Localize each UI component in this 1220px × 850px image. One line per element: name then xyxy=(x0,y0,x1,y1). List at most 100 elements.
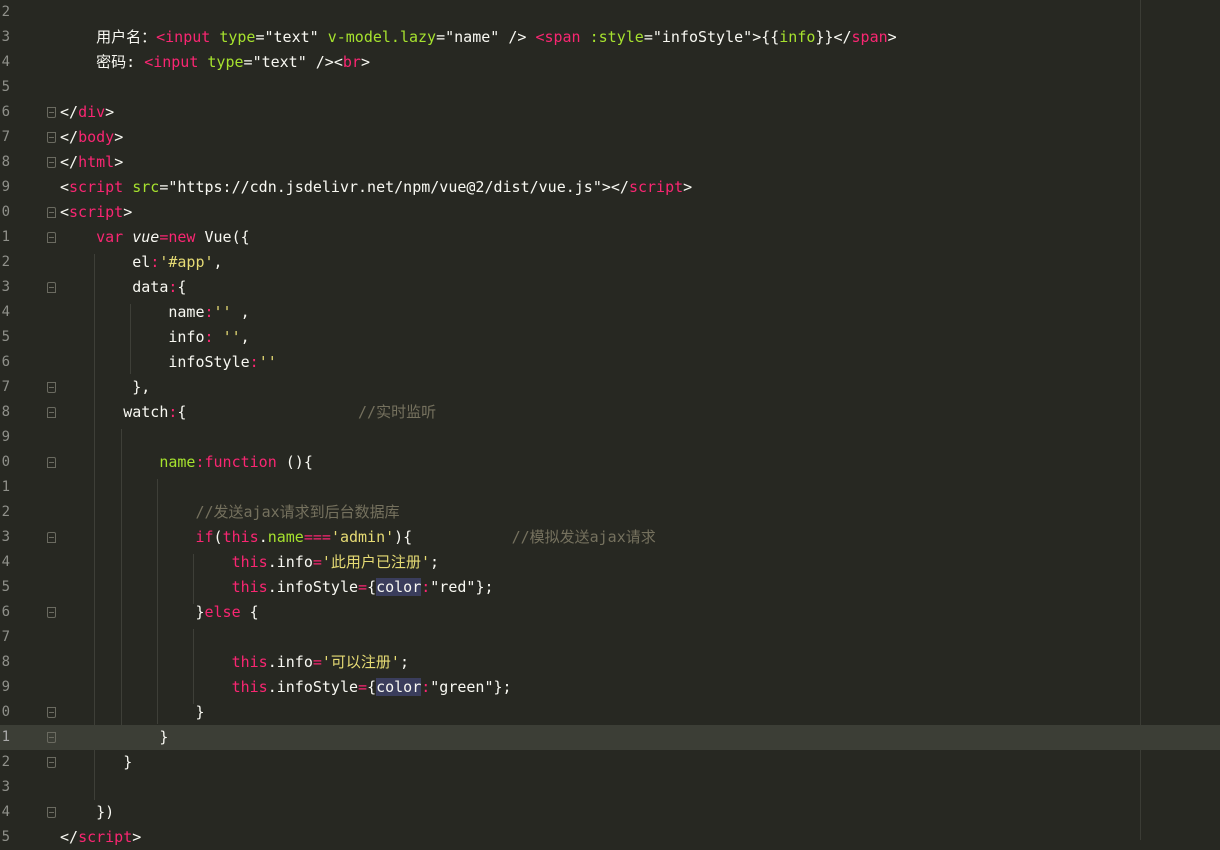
line-number: 1 xyxy=(1,479,10,495)
code-line[interactable]: 4 }) xyxy=(0,800,1220,825)
code-line[interactable]: 7 }, xyxy=(0,375,1220,400)
code-token: div xyxy=(78,103,106,121)
code-line[interactable]: 4 this.info='此用户已注册'; xyxy=(0,550,1220,575)
code-line[interactable]: 2 //发送ajax请求到后台数据库 xyxy=(0,500,1220,525)
code-line[interactable]: 3 if(this.name==='admin'){ //模拟发送ajax请求 xyxy=(0,525,1220,550)
code-token: = xyxy=(255,28,265,46)
fold-marker-icon[interactable] xyxy=(47,157,56,168)
code-token: </ xyxy=(60,153,79,171)
code-token: = xyxy=(436,28,446,46)
code-token: />< xyxy=(306,53,343,71)
line-number: 8 xyxy=(1,404,10,420)
fold-marker-icon[interactable] xyxy=(47,707,56,718)
line-number: 2 xyxy=(1,504,10,520)
code-text: } xyxy=(60,704,204,721)
code-token: "text" xyxy=(264,28,319,46)
code-token: : xyxy=(421,578,431,596)
fold-marker-icon[interactable] xyxy=(47,532,56,543)
code-line[interactable]: 6 </div> xyxy=(0,100,1220,125)
code-editor[interactable]: 2 3 用户名：<input type="text" v-model.lazy="… xyxy=(0,0,1220,846)
code-line[interactable]: 1 } xyxy=(0,725,1220,750)
code-line[interactable]: 8 watch:{ //实时监听 xyxy=(0,400,1220,425)
code-token: "https://cdn.jsdelivr.net/npm/vue@2/dist… xyxy=(168,178,602,196)
code-text: } xyxy=(60,729,168,746)
code-text: this.infoStyle={color:"red"}; xyxy=(60,578,494,596)
code-text: name:'' , xyxy=(60,304,249,321)
code-text: this.info='可以注册'; xyxy=(60,654,409,671)
code-token: script xyxy=(628,178,684,196)
code-line[interactable]: 5 xyxy=(0,75,1220,100)
fold-marker-icon[interactable] xyxy=(47,282,56,293)
code-line[interactable]: 8 this.info='可以注册'; xyxy=(0,650,1220,675)
line-number: 7 xyxy=(1,379,10,395)
fold-marker-icon[interactable] xyxy=(47,807,56,818)
code-line[interactable]: 5 this.infoStyle={color:"red"}; xyxy=(0,575,1220,600)
code-line[interactable]: 2 xyxy=(0,0,1220,25)
code-token: : xyxy=(195,453,205,471)
fold-marker-icon[interactable] xyxy=(47,207,56,218)
code-line[interactable]: 0 <script> xyxy=(0,200,1220,225)
code-token: '' xyxy=(222,328,241,346)
fold-marker-icon[interactable] xyxy=(47,757,56,768)
code-token: "infoStyle" xyxy=(652,28,753,46)
code-line[interactable]: 3 用户名：<input type="text" v-model.lazy="n… xyxy=(0,25,1220,50)
code-token: : xyxy=(249,353,259,371)
code-line[interactable]: 2 } xyxy=(0,750,1220,775)
code-text: </body> xyxy=(60,129,123,146)
code-line[interactable]: 0 name:function (){ xyxy=(0,450,1220,475)
code-token: <input xyxy=(144,53,199,71)
line-number: 0 xyxy=(1,204,10,220)
code-token: '' xyxy=(258,353,277,371)
code-token: data xyxy=(60,278,169,296)
line-number: 3 xyxy=(1,529,10,545)
line-number: 2 xyxy=(1,4,10,20)
code-token: '可以注册' xyxy=(321,653,400,671)
fold-marker-icon[interactable] xyxy=(47,107,56,118)
code-line[interactable]: 9 <script src="https://cdn.jsdelivr.net/n… xyxy=(0,175,1220,200)
code-line[interactable]: 1 var vue=new Vue({ xyxy=(0,225,1220,250)
code-token: , xyxy=(240,328,250,346)
code-line[interactable]: 9 xyxy=(0,425,1220,450)
code-line[interactable]: 1 xyxy=(0,475,1220,500)
code-line[interactable]: 4 密码: <input type="text" /><br> xyxy=(0,50,1220,75)
code-line[interactable]: 8 </html> xyxy=(0,150,1220,175)
fold-marker-icon[interactable] xyxy=(47,732,56,743)
code-line[interactable]: 5 </script> xyxy=(0,825,1220,850)
code-token: { xyxy=(367,678,377,696)
code-token: "text" xyxy=(252,53,307,71)
fold-marker-icon[interactable] xyxy=(47,132,56,143)
code-line[interactable]: 3 data:{ xyxy=(0,275,1220,300)
code-token: .infoStyle xyxy=(267,678,359,696)
line-number: 6 xyxy=(1,604,10,620)
code-line[interactable]: 6 infoStyle:'' xyxy=(0,350,1220,375)
fold-marker-icon[interactable] xyxy=(47,232,56,243)
code-line[interactable]: 9 this.infoStyle={color:"green"}; xyxy=(0,675,1220,700)
fold-marker-icon[interactable] xyxy=(47,407,56,418)
code-token: > xyxy=(114,153,124,171)
code-line[interactable]: 7 xyxy=(0,625,1220,650)
code-token: { xyxy=(367,578,377,596)
code-token: <span xyxy=(535,28,581,46)
code-token: </ xyxy=(60,103,79,121)
fold-marker-icon[interactable] xyxy=(47,382,56,393)
line-number: 6 xyxy=(1,104,10,120)
code-line[interactable]: 3 xyxy=(0,775,1220,800)
code-token: color xyxy=(376,678,422,696)
code-token: color xyxy=(376,578,422,596)
line-number: 5 xyxy=(1,829,10,845)
code-line[interactable]: 4 name:'' , xyxy=(0,300,1220,325)
code-token: else xyxy=(204,603,241,621)
code-line[interactable]: 5 info: '', xyxy=(0,325,1220,350)
code-line[interactable]: 6 }else { xyxy=(0,600,1220,625)
code-token: : xyxy=(204,328,214,346)
code-text: data:{ xyxy=(60,279,186,296)
code-line[interactable]: 2 el:'#app', xyxy=(0,250,1220,275)
fold-marker-icon[interactable] xyxy=(47,457,56,468)
code-line[interactable]: 7 </body> xyxy=(0,125,1220,150)
code-line[interactable]: 0 } xyxy=(0,700,1220,725)
code-token: === xyxy=(303,528,331,546)
fold-marker-icon[interactable] xyxy=(47,607,56,618)
line-number: 6 xyxy=(1,354,10,370)
